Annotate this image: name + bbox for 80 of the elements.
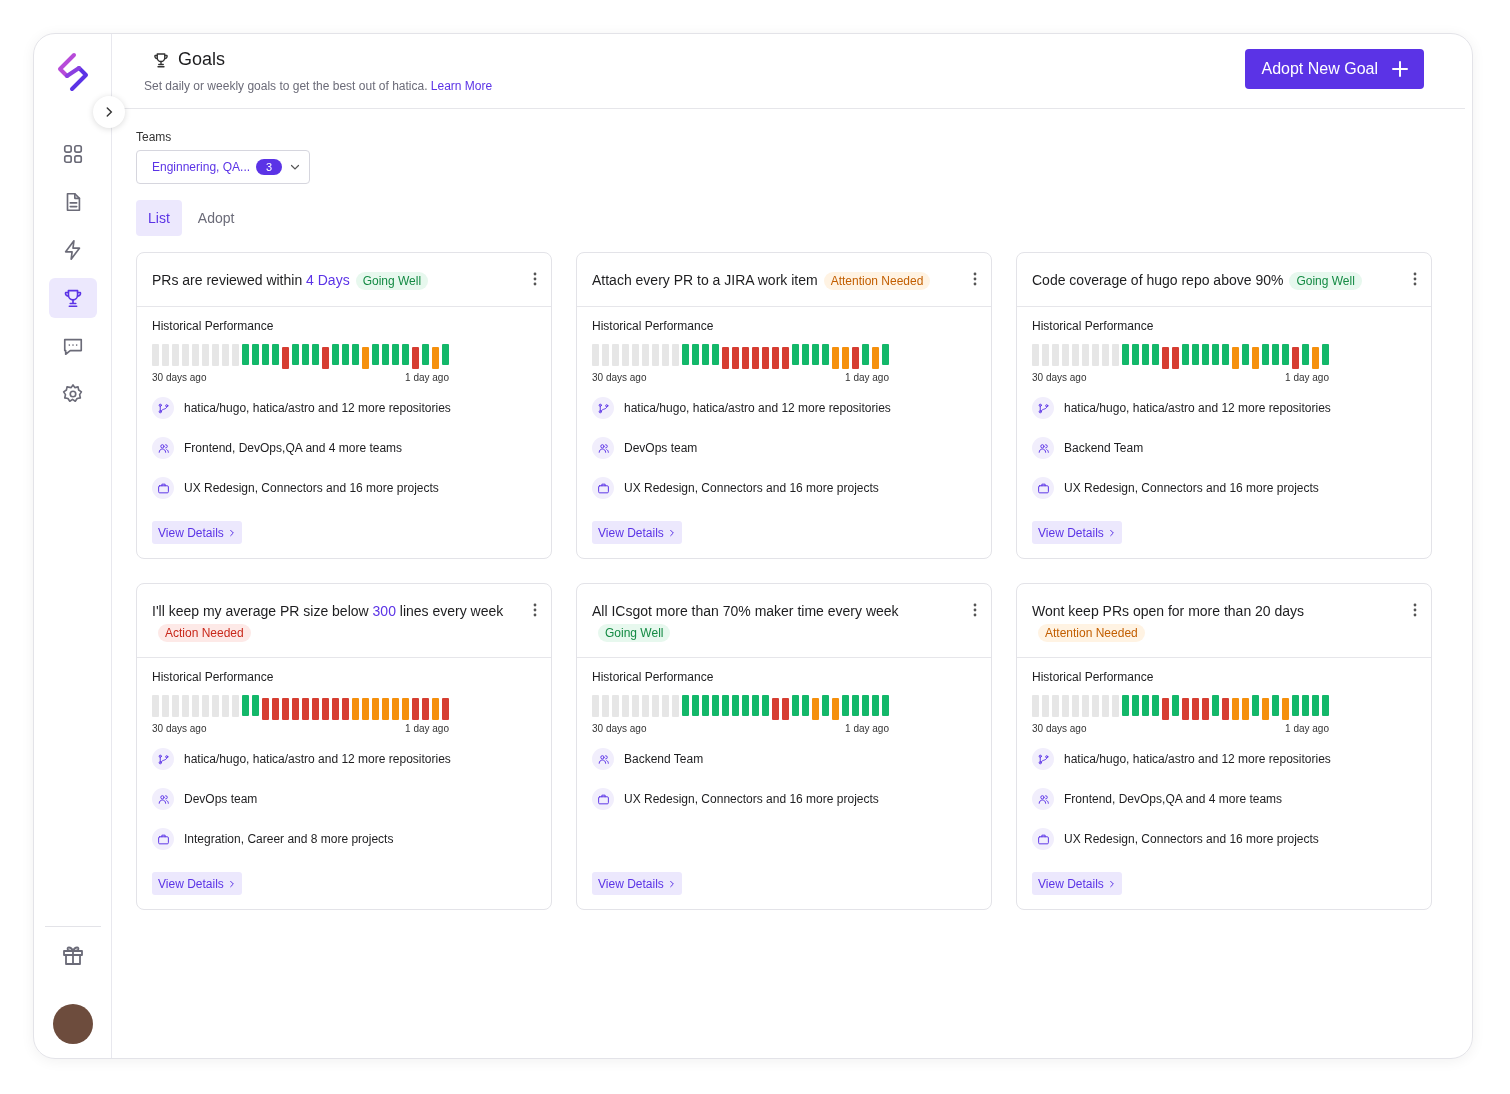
detail-text: Backend Team <box>624 752 704 766</box>
detail-text: UX Redesign, Connectors and 16 more projects <box>1064 481 1319 495</box>
detail-text: UX Redesign, Connectors and 16 more projects <box>624 792 879 806</box>
view-details-button[interactable]: View Details <box>1032 521 1122 544</box>
axis-label: 1 day ago <box>1285 723 1329 734</box>
axis-label: 1 day ago <box>1285 372 1329 383</box>
kebab-icon <box>973 272 977 286</box>
detail-text: UX Redesign, Connectors and 16 more projects <box>184 481 439 495</box>
adopt-goal-button[interactable]: Adopt New Goal <box>1245 49 1424 89</box>
chevron-icon <box>667 879 676 888</box>
avatar[interactable] <box>52 1004 93 1044</box>
teams-label: Teams <box>136 130 172 144</box>
detail-text: hatica/hugo, hatica/astro and 12 more repositories <box>184 752 451 766</box>
kebab-icon <box>533 603 537 617</box>
chevron-icon <box>1107 879 1116 888</box>
axis-label: 1 day ago <box>405 372 449 383</box>
trophy-icon <box>152 50 170 69</box>
detail-text: DevOps team <box>184 792 258 806</box>
kebab-icon <box>1413 603 1417 617</box>
axis-label: 30 days ago <box>592 372 647 383</box>
chevron-icon <box>1107 528 1116 537</box>
goal-title: Wont keep PRs open for more than 20 days Attention Needed <box>1032 602 1306 643</box>
kebab-icon <box>533 272 537 286</box>
kebab-icon <box>1413 272 1417 286</box>
page-subtitle: Set daily or weekly goals to get the best out of hatica. Learn More <box>144 79 493 93</box>
section-label: Historical Performance <box>152 319 275 333</box>
status-badge: Going Well <box>598 624 671 642</box>
detail-text: hatica/hugo, hatica/astro and 12 more repositories <box>184 401 451 415</box>
tab[interactable]: List <box>136 200 182 236</box>
view-details-button[interactable]: View Details <box>1032 872 1122 895</box>
view-details-button[interactable]: View Details <box>592 521 682 544</box>
section-label: Historical Performance <box>592 319 715 333</box>
count-badge: 3 <box>256 159 283 175</box>
tab[interactable]: Adopt <box>185 200 247 236</box>
detail-text: DevOps team <box>624 441 698 455</box>
goal-title: Attach every PR to a JIRA work item Attention Needed <box>592 270 964 291</box>
axis-label: 30 days ago <box>1032 723 1087 734</box>
status-badge: Going Well <box>355 272 429 290</box>
axis-label: 30 days ago <box>592 723 647 734</box>
detail-text: UX Redesign, Connectors and 16 more projects <box>1064 832 1319 846</box>
detail-text: hatica/hugo, hatica/astro and 12 more repositories <box>1064 401 1331 415</box>
axis-label: 30 days ago <box>1032 372 1087 383</box>
nav-item[interactable] <box>48 278 97 318</box>
kebab-icon <box>973 603 977 617</box>
section-label: Historical Performance <box>1032 319 1155 333</box>
detail-text: UX Redesign, Connectors and 16 more projects <box>624 481 879 495</box>
section-label: Historical Performance <box>1032 670 1155 684</box>
chevron-icon <box>227 879 236 888</box>
settings-icon <box>61 383 84 405</box>
status-badge: Attention Needed <box>1038 624 1145 642</box>
axis-label: 30 days ago <box>152 372 207 383</box>
dashboard-icon <box>61 143 84 165</box>
detail-text: hatica/hugo, hatica/astro and 12 more repositories <box>1064 752 1331 766</box>
axis-label: 30 days ago <box>152 723 207 734</box>
section-label: Historical Performance <box>592 670 715 684</box>
chevron-icon <box>227 528 236 537</box>
chevron-icon <box>667 528 676 537</box>
section-label: Historical Performance <box>152 670 275 684</box>
page-title: Goals <box>178 49 226 70</box>
view-details-button[interactable]: View Details <box>152 872 242 895</box>
axis-label: 1 day ago <box>405 723 449 734</box>
axis-label: 1 day ago <box>845 723 889 734</box>
detail-text: Frontend, DevOps,QA and 4 more teams <box>184 441 403 455</box>
status-badge: Going Well <box>1289 272 1362 290</box>
teams-dropdown[interactable]: Enginnering, QA... 3 <box>136 150 310 184</box>
axis-label: 1 day ago <box>845 372 889 383</box>
status-badge: Attention Needed <box>823 272 931 290</box>
status-badge: Action Needed <box>158 624 251 642</box>
goal-title: I'll keep my average PR size below 300 lines every week Action Needed <box>152 602 505 643</box>
detail-text: Backend Team <box>1064 441 1144 455</box>
goal-title: Code coverage of hugo repo above 90% Going Well <box>1032 270 1404 291</box>
view-details-button[interactable]: View Details <box>592 872 682 895</box>
view-details-button[interactable]: View Details <box>152 521 242 544</box>
goal-title: PRs are reviewed within 4 Days Going Well <box>152 270 524 291</box>
goal-title: All ICsgot more than 70% maker time every week Going Well <box>592 602 900 643</box>
detail-text: hatica/hugo, hatica/astro and 12 more repositories <box>624 401 891 415</box>
learn-more-link[interactable]: Learn More <box>430 79 493 93</box>
plus-icon <box>1392 61 1408 77</box>
detail-text: Integration, Career and 8 more projects <box>184 832 394 846</box>
detail-text: Frontend, DevOps,QA and 4 more teams <box>1064 792 1283 806</box>
